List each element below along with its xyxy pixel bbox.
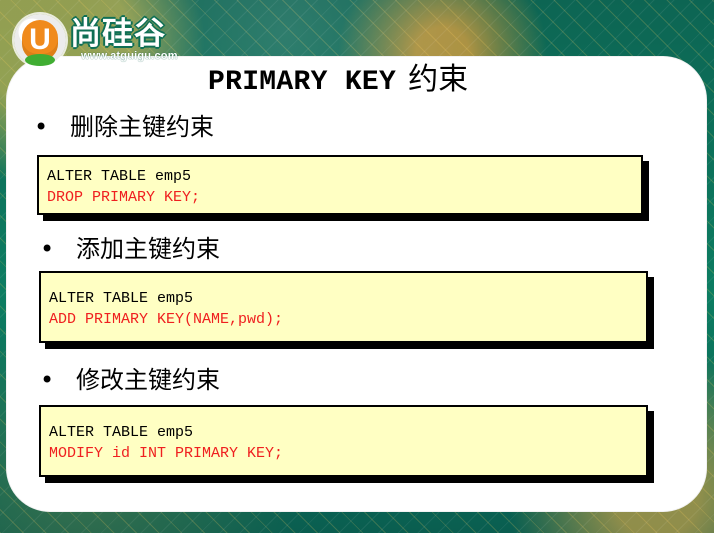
code-block-modify-primary-key: ALTER TABLE emp5 MODIFY id INT PRIMARY K… xyxy=(39,405,648,477)
bullet-modify-primary-key: • 修改主键约束 xyxy=(40,366,220,394)
code-line: DROP PRIMARY KEY; xyxy=(47,189,201,206)
code-line: ALTER TABLE emp5 xyxy=(47,168,192,185)
bullet-drop-primary-key: • 删除主键约束 xyxy=(34,113,214,141)
code-block-add-primary-key: ALTER TABLE emp5 ADD PRIMARY KEY(NAME,pw… xyxy=(39,271,648,343)
bullet-icon: • xyxy=(34,113,49,141)
slide-title-english: PRIMARY KEY xyxy=(208,67,397,98)
slide-title: PRIMARY KEY 约束 xyxy=(208,60,568,100)
code-line: ADD PRIMARY KEY(NAME,pwd); xyxy=(49,311,284,328)
bullet-label: 删除主键约束 xyxy=(70,113,214,141)
slide-title-chinese: 约束 xyxy=(408,62,469,97)
bullet-icon: • xyxy=(40,235,55,263)
brand-url: www.atguigu.com xyxy=(81,50,178,62)
code-block-drop-primary-key: ALTER TABLE emp5 DROP PRIMARY KEY; xyxy=(37,155,643,215)
code-line: MODIFY id INT PRIMARY KEY; xyxy=(49,445,284,462)
bullet-add-primary-key: • 添加主键约束 xyxy=(40,235,220,263)
code-line: ALTER TABLE emp5 xyxy=(49,290,194,307)
code-line: ALTER TABLE emp5 xyxy=(49,424,194,441)
brand-name: 尚硅谷 xyxy=(70,16,166,52)
bullet-icon: • xyxy=(40,366,55,394)
bullet-label: 添加主键约束 xyxy=(76,235,220,263)
logo-letter-icon: U xyxy=(22,20,58,66)
brand-logo: U 尚硅谷 www.atguigu.com xyxy=(14,14,186,66)
bullet-label: 修改主键约束 xyxy=(76,366,220,394)
